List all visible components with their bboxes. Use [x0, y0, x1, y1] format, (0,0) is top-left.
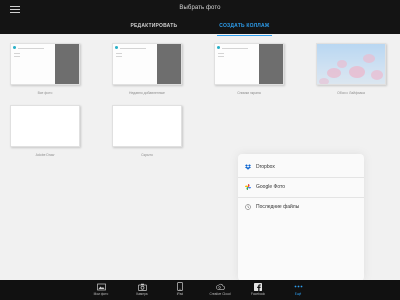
bottom-toolbar: Мои фото Камера iPad Creative Cloud Face…: [0, 280, 400, 300]
toolbar-camera[interactable]: Камера: [122, 282, 162, 296]
source-popover: Dropbox Google Фото Последние файлы: [238, 154, 364, 281]
toolbar-label: Facebook: [251, 292, 265, 296]
album-thumbnail: [112, 43, 182, 85]
popover-item-label: Dropbox: [256, 163, 275, 170]
album-adobe-draw[interactable]: Adobe Draw: [10, 105, 80, 157]
album-label: Снимки экрана: [237, 91, 261, 95]
album-label: Обои с Лайфхака: [337, 91, 365, 95]
photos-icon: [96, 282, 106, 291]
album-all-photos[interactable]: Все фото: [10, 43, 80, 95]
popover-item-google-photos[interactable]: Google Фото: [238, 176, 364, 197]
more-icon: [294, 282, 303, 291]
album-label: Adobe Draw: [35, 153, 55, 157]
toolbar-label: Мои фото: [93, 292, 109, 296]
popover-item-recent-files[interactable]: Последние файлы: [238, 196, 364, 217]
mode-tabs: РЕДАКТИРОВАТЬ СОЗДАТЬ КОЛЛАЖ: [0, 22, 400, 36]
popover-item-label: Google Фото: [256, 183, 285, 190]
top-bar: Выбрать фото РЕДАКТИРОВАТЬ СОЗДАТЬ КОЛЛА…: [0, 0, 400, 36]
popover-item-label: Последние файлы: [256, 203, 300, 210]
clock-icon: [245, 203, 251, 210]
toolbar-label: Камера: [136, 292, 148, 296]
page-title: Выбрать фото: [179, 5, 221, 11]
album-thumbnail: [10, 105, 80, 147]
toolbar-label: Ещё: [294, 292, 302, 296]
toolbar-facebook[interactable]: Facebook: [238, 282, 278, 296]
album-screenshots[interactable]: Снимки экрана: [214, 43, 284, 95]
camera-icon: [137, 282, 147, 291]
creative-cloud-icon: [215, 282, 225, 291]
toolbar-label: iPad: [176, 292, 184, 296]
popover-item-dropbox[interactable]: Dropbox: [238, 156, 364, 177]
album-thumbnail: [214, 43, 284, 85]
facebook-icon: [254, 282, 263, 291]
album-thumbnail: [10, 43, 80, 85]
toolbar-label: Creative Cloud: [209, 292, 231, 296]
album-label: Скрыто: [141, 153, 153, 157]
album-recently-added[interactable]: Недавно добавленные: [112, 43, 182, 95]
toolbar-ipad[interactable]: iPad: [160, 282, 200, 296]
album-label: Все фото: [37, 91, 53, 95]
google-photos-icon: [245, 183, 251, 190]
album-label: Недавно добавленные: [129, 91, 165, 95]
album-hidden[interactable]: Скрыто: [112, 105, 182, 157]
dropbox-icon: [245, 163, 251, 170]
toolbar-my-photos[interactable]: Мои фото: [81, 282, 121, 296]
toolbar-creative-cloud[interactable]: Creative Cloud: [200, 282, 240, 296]
toolbar-more[interactable]: Ещё: [278, 282, 318, 296]
tab-create-collage[interactable]: СОЗДАТЬ КОЛЛАЖ: [217, 22, 272, 36]
album-thumbnail: [112, 105, 182, 147]
album-thumbnail: [316, 43, 386, 85]
ipad-icon: [176, 282, 185, 291]
album-lifehacker-wallpapers[interactable]: Обои с Лайфхака: [316, 43, 386, 95]
tab-edit[interactable]: РЕДАКТИРОВАТЬ: [130, 22, 177, 34]
